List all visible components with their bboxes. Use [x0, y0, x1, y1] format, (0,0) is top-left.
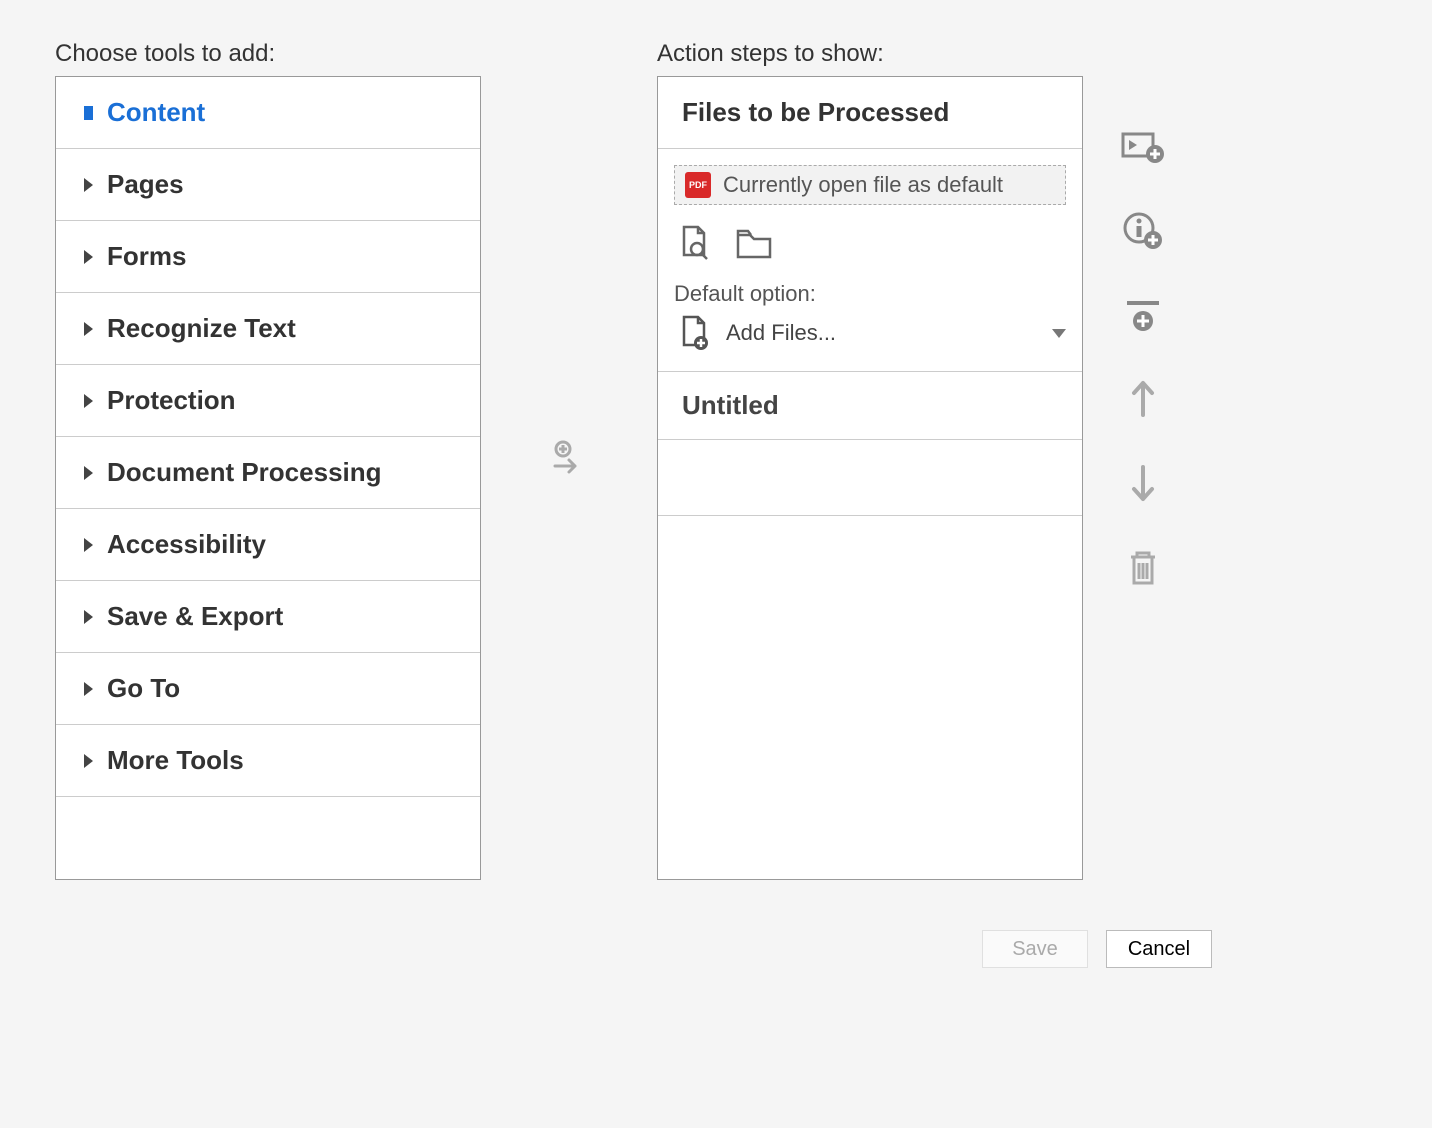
steps-panel: Files to be Processed PDF Currently open… — [657, 76, 1083, 880]
browse-folder-icon[interactable] — [734, 223, 774, 263]
tool-category-label: Accessibility — [107, 529, 266, 560]
delete-button[interactable] — [1121, 545, 1165, 589]
current-file-item[interactable]: PDF Currently open file as default — [674, 165, 1066, 205]
tool-category[interactable]: Save & Export — [56, 581, 480, 653]
tool-category[interactable]: Document Processing — [56, 437, 480, 509]
tool-category[interactable]: Protection — [56, 365, 480, 437]
default-option-value: Add Files... — [726, 320, 836, 346]
add-panel-button[interactable] — [1121, 125, 1165, 169]
cancel-button[interactable]: Cancel — [1106, 930, 1212, 968]
chevron-right-icon — [84, 682, 93, 696]
default-option-select[interactable]: Add Files... — [674, 313, 1066, 353]
tool-category[interactable]: Go To — [56, 653, 480, 725]
chevron-right-icon — [84, 106, 93, 120]
add-instruction-button[interactable] — [1121, 209, 1165, 253]
pdf-icon: PDF — [685, 172, 711, 198]
tool-category-label: Pages — [107, 169, 184, 200]
tool-category-label: More Tools — [107, 745, 244, 776]
chevron-right-icon — [84, 610, 93, 624]
current-file-label: Currently open file as default — [723, 172, 1003, 198]
tool-category[interactable]: Content — [56, 77, 480, 149]
tool-category-label: Document Processing — [107, 457, 382, 488]
files-header: Files to be Processed — [658, 77, 1082, 149]
tool-category-label: Content — [107, 97, 205, 128]
save-button: Save — [982, 930, 1088, 968]
chevron-down-icon — [1052, 329, 1066, 338]
tool-category[interactable]: Pages — [56, 149, 480, 221]
chevron-right-icon — [84, 322, 93, 336]
chevron-right-icon — [84, 178, 93, 192]
tool-category-label: Save & Export — [107, 601, 283, 632]
tool-category-label: Protection — [107, 385, 236, 416]
browse-file-icon[interactable] — [674, 223, 714, 263]
add-file-icon — [674, 313, 714, 353]
chevron-right-icon — [84, 754, 93, 768]
empty-step-slot[interactable] — [658, 440, 1082, 516]
chevron-right-icon — [84, 538, 93, 552]
move-up-button[interactable] — [1121, 377, 1165, 421]
tools-panel: Content Pages Forms Recognize Text Protectio… — [55, 76, 481, 880]
chevron-right-icon — [84, 466, 93, 480]
files-body: PDF Currently open file as default Defau… — [658, 149, 1082, 372]
tool-category[interactable]: Accessibility — [56, 509, 480, 581]
add-step-icon[interactable] — [549, 438, 589, 483]
add-divider-button[interactable] — [1121, 293, 1165, 337]
choose-tools-label: Choose tools to add: — [55, 40, 481, 68]
tool-category-label: Forms — [107, 241, 186, 272]
tool-category[interactable]: Forms — [56, 221, 480, 293]
tool-category[interactable]: More Tools — [56, 725, 480, 797]
chevron-right-icon — [84, 394, 93, 408]
move-down-button[interactable] — [1121, 461, 1165, 505]
default-option-label: Default option: — [674, 281, 1066, 307]
tool-category[interactable]: Recognize Text — [56, 293, 480, 365]
tool-category-label: Recognize Text — [107, 313, 296, 344]
chevron-right-icon — [84, 250, 93, 264]
tool-category-label: Go To — [107, 673, 180, 704]
action-name-header[interactable]: Untitled — [658, 372, 1082, 440]
action-steps-label: Action steps to show: — [657, 40, 1083, 68]
